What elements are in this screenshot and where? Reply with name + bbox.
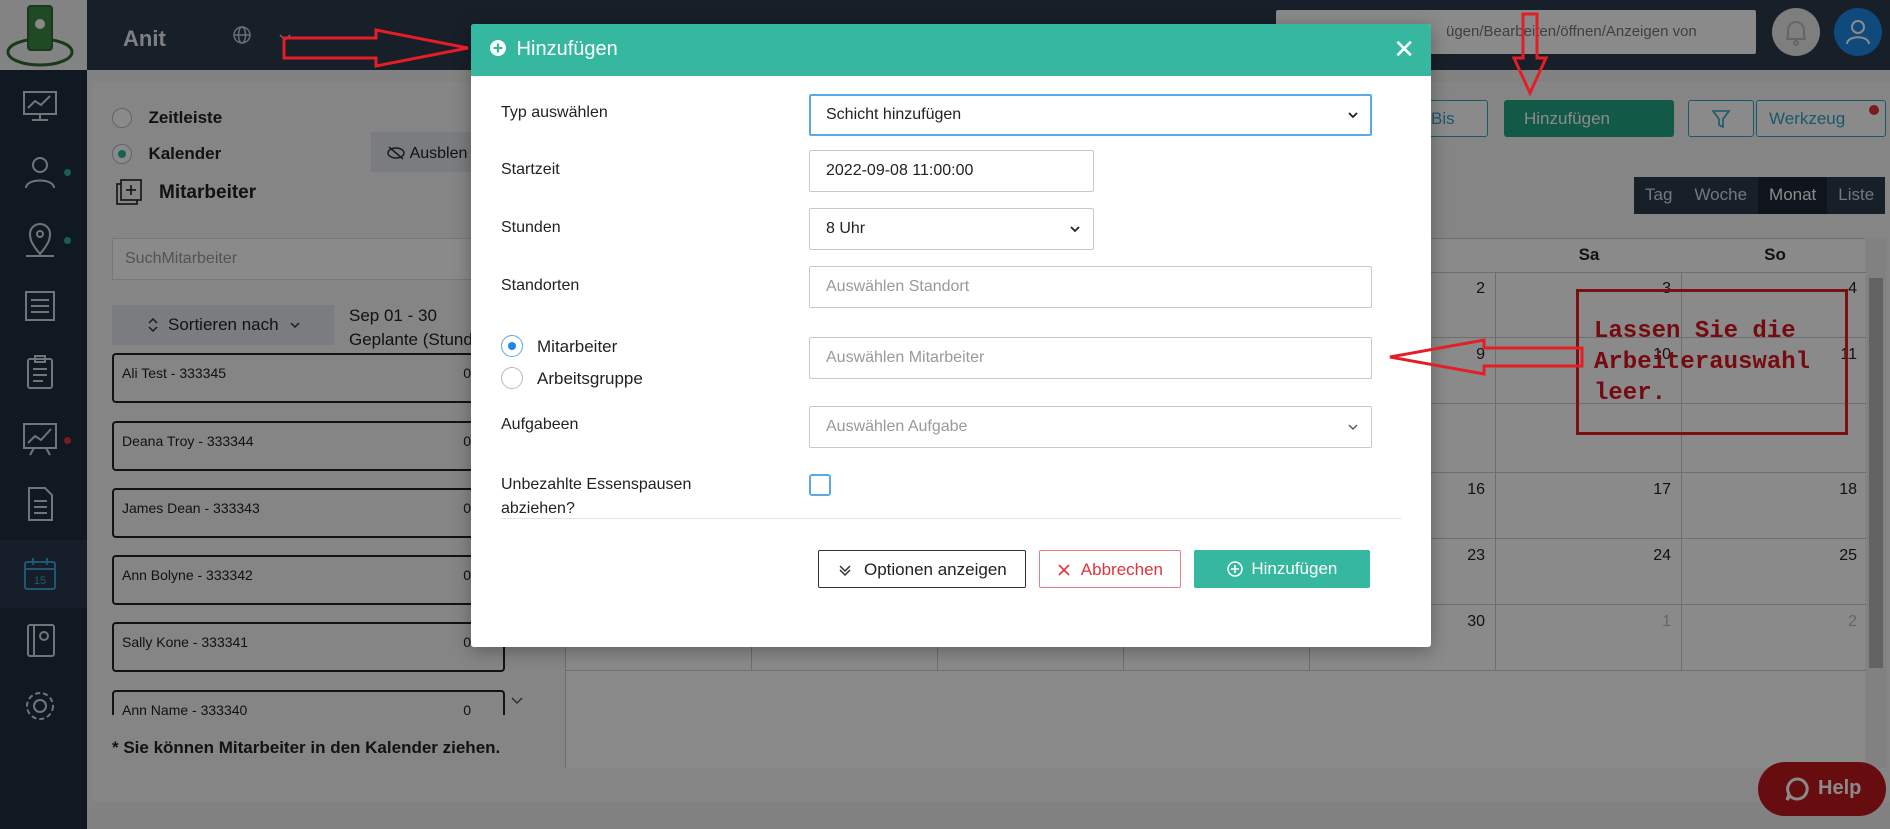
chevron-down-icon <box>1348 424 1358 430</box>
show-options-label: Optionen anzeigen <box>864 560 1007 579</box>
workgroup-radio-label: Arbeitsgruppe <box>537 369 643 388</box>
show-options-button[interactable]: Optionen anzeigen <box>818 550 1026 588</box>
unpaid-breaks-label: Unbezahlte Essenspausen abziehen? <box>501 473 691 521</box>
tasks-label: Aufgabeen <box>501 416 579 433</box>
cancel-button-label: Abbrechen <box>1080 560 1164 579</box>
hours-select-value: 8 Uhr <box>826 220 866 237</box>
plus-circle-outline-icon <box>1226 561 1243 577</box>
close-x-icon <box>1058 564 1070 576</box>
start-time-label: Startzeit <box>501 161 560 178</box>
modal-divider <box>501 518 1401 519</box>
location-select[interactable]: Auswählen Standort <box>809 266 1372 308</box>
chevron-down-icon <box>1348 112 1358 119</box>
hours-label: Stunden <box>501 219 561 236</box>
add-submit-label: Hinzufügen <box>1251 559 1338 578</box>
double-chevron-down-icon <box>839 565 851 577</box>
plus-circle-icon <box>490 40 506 56</box>
type-select[interactable]: Schicht hinzufügen <box>809 94 1372 136</box>
add-modal: Hinzufügen ✕ Typ auswählen Schicht hinzu… <box>471 24 1431 647</box>
unpaid-breaks-label-line1: Unbezahlte Essenspausen <box>501 476 692 493</box>
task-select-placeholder: Auswählen Aufgabe <box>826 418 968 435</box>
modal-title: Hinzufügen <box>516 38 618 60</box>
add-submit-button[interactable]: Hinzufügen <box>1194 550 1370 588</box>
hours-select[interactable]: 8 Uhr <box>809 208 1094 250</box>
type-select-value: Schicht hinzufügen <box>826 106 962 123</box>
workgroup-radio[interactable] <box>501 367 523 389</box>
unpaid-breaks-checkbox[interactable] <box>809 474 831 496</box>
close-icon[interactable]: ✕ <box>1393 34 1415 65</box>
type-label: Typ auswählen <box>501 104 608 121</box>
chevron-down-icon <box>1070 226 1080 233</box>
start-time-input[interactable]: 2022-09-08 11:00:00 <box>809 150 1094 192</box>
cancel-button[interactable]: Abbrechen <box>1039 550 1181 588</box>
locations-label: Standorten <box>501 277 580 294</box>
modal-header: Hinzufügen ✕ <box>471 24 1431 76</box>
employee-radio[interactable] <box>501 335 523 357</box>
employee-select[interactable]: Auswählen Mitarbeiter <box>809 337 1372 379</box>
employee-radio-label: Mitarbeiter <box>537 337 618 356</box>
task-select[interactable]: Auswählen Aufgabe <box>809 406 1372 448</box>
